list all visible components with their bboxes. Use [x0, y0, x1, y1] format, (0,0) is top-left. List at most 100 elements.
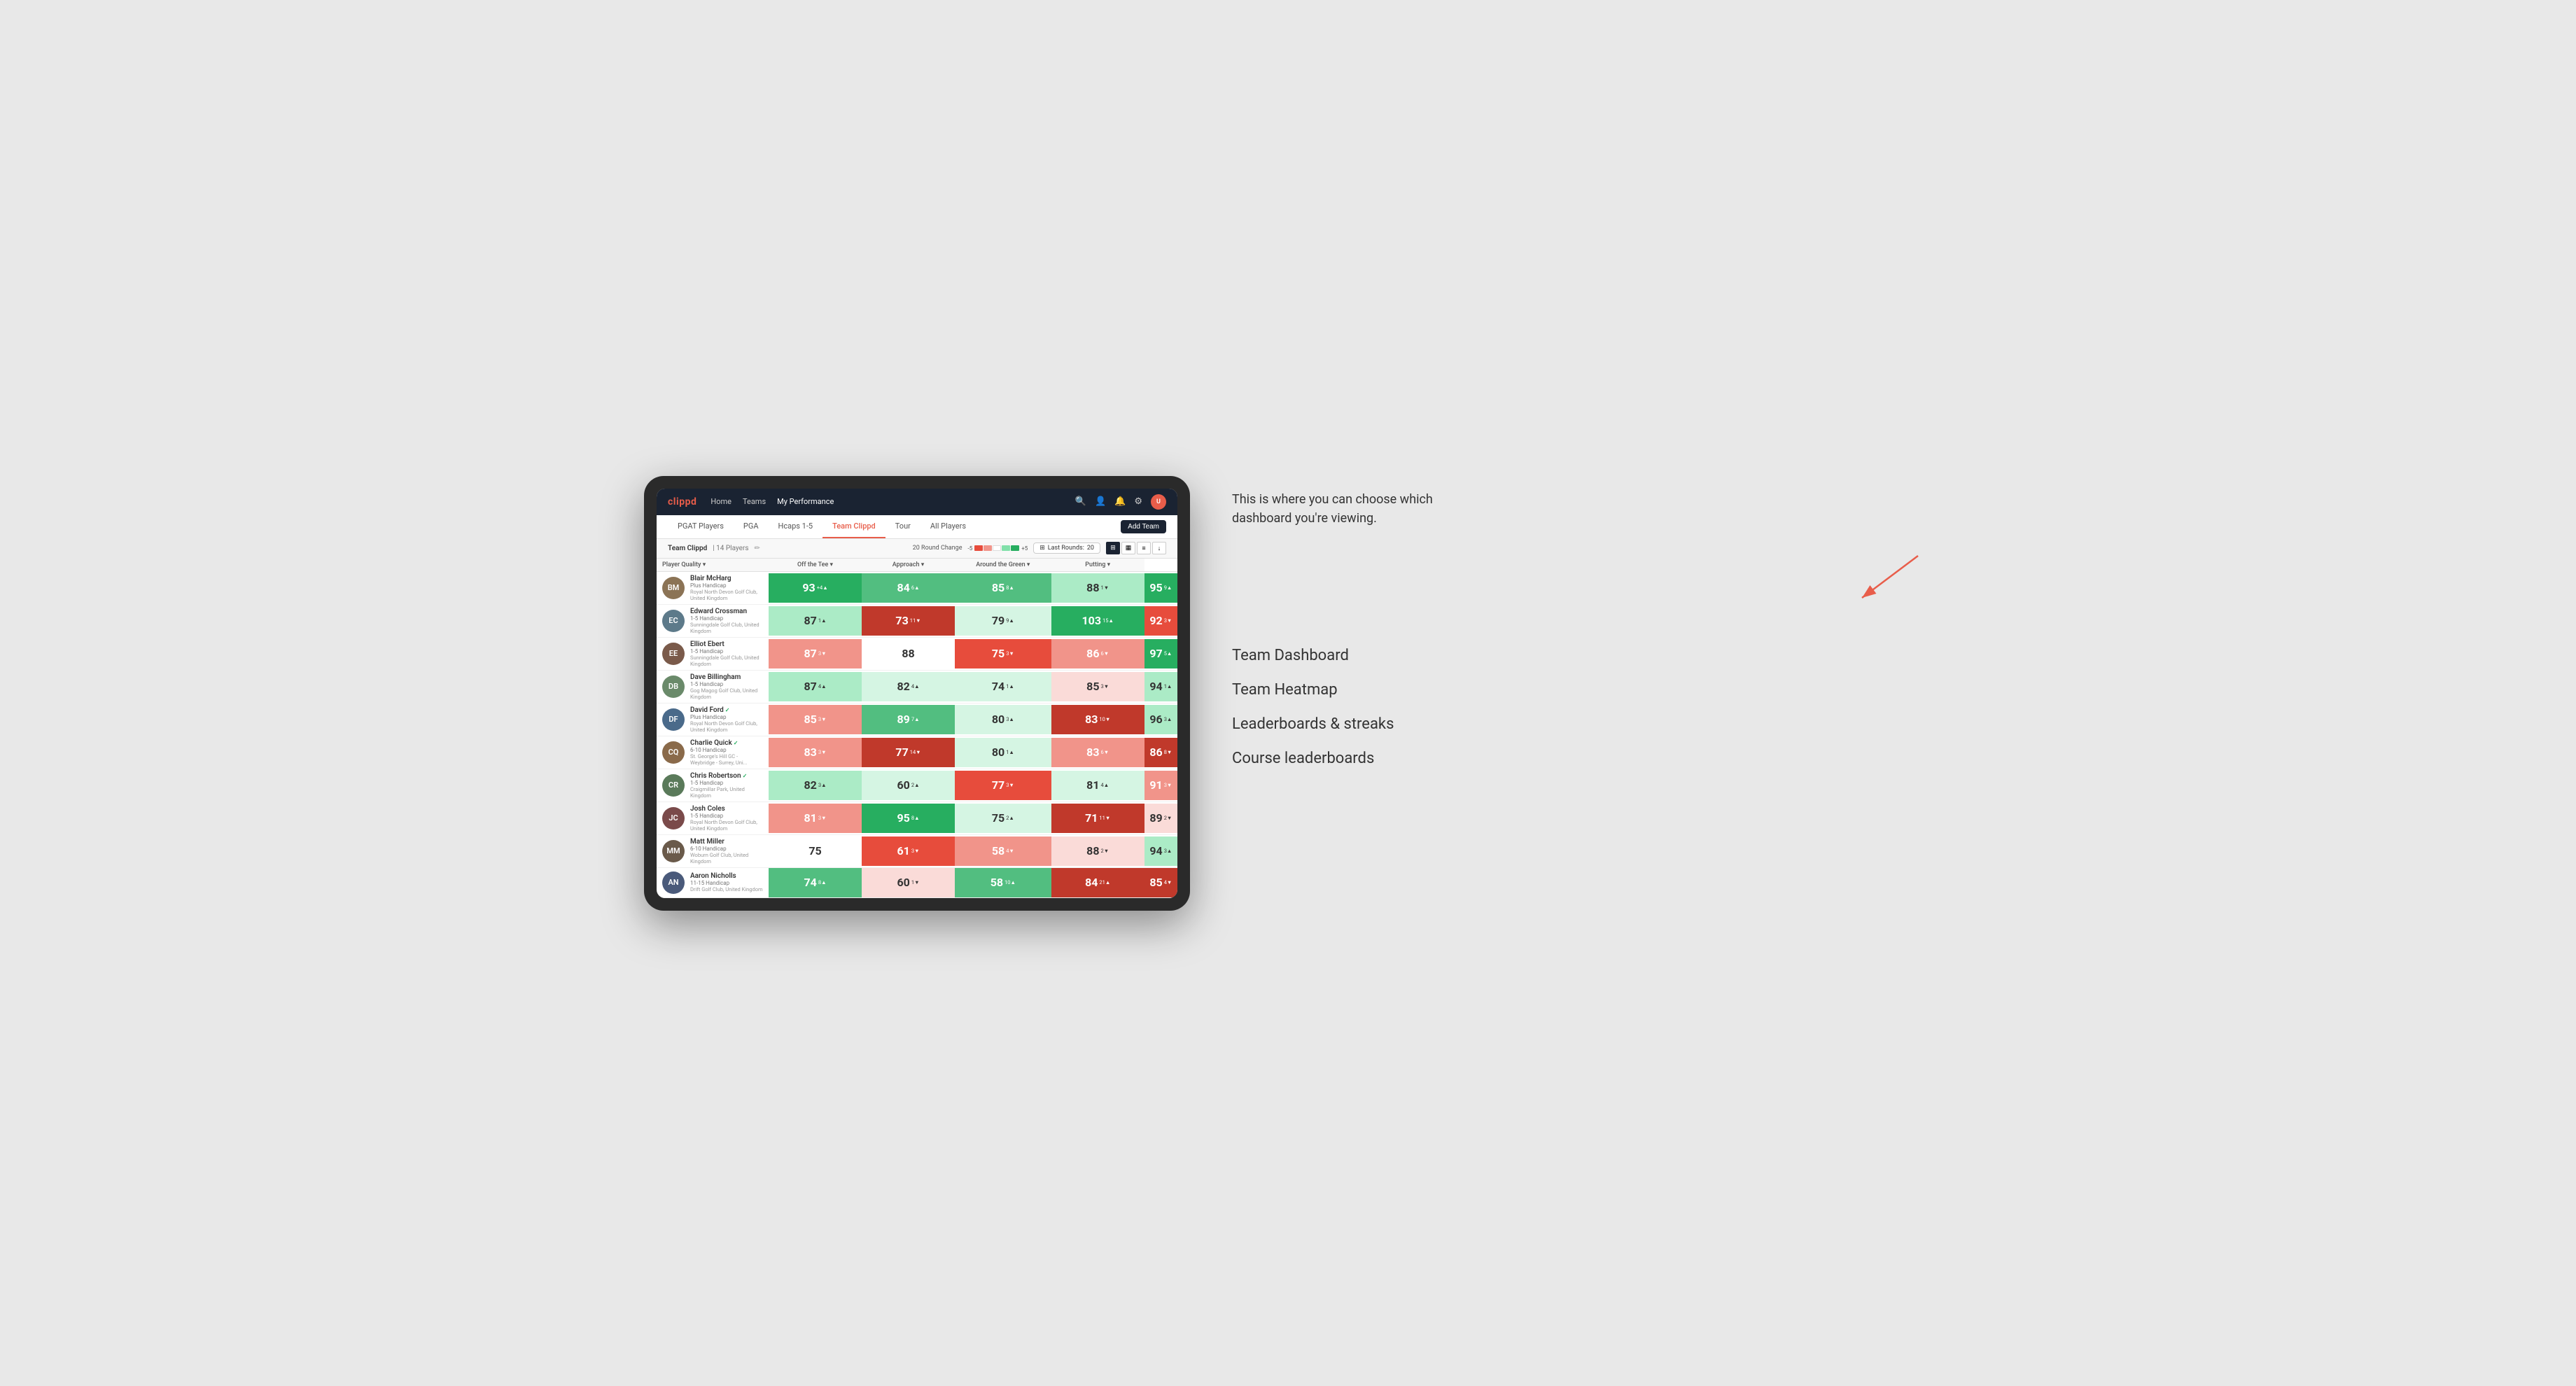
- sub-nav-pgat[interactable]: PGAT Players: [668, 514, 734, 538]
- player-name[interactable]: Edward Crossman: [690, 608, 763, 615]
- metric-change: 1▲: [1006, 683, 1014, 690]
- menu-item-3[interactable]: Course leaderboards: [1232, 750, 1932, 767]
- player-avatar[interactable]: BM: [662, 577, 685, 599]
- metric-number: 87: [804, 647, 817, 660]
- metric-value: 83 3▼: [769, 738, 862, 767]
- player-name[interactable]: Charlie Quick✓: [690, 739, 763, 747]
- metric-value: 103 15▲: [1051, 606, 1144, 636]
- metric-number: 83: [1086, 746, 1099, 759]
- metric-change: 3▼: [911, 848, 920, 854]
- player-avatar[interactable]: EE: [662, 643, 685, 665]
- metric-change: 2▲: [911, 782, 920, 788]
- player-avatar[interactable]: AN: [662, 872, 685, 894]
- player-avatar[interactable]: DB: [662, 676, 685, 698]
- sub-nav-allplayers[interactable]: All Players: [920, 514, 976, 538]
- scale-light-green: [1002, 545, 1010, 551]
- metric-number: 93: [802, 581, 815, 594]
- list-view-btn[interactable]: ≡: [1137, 542, 1151, 554]
- metric-value: 58 4▼: [955, 836, 1051, 866]
- player-avatar[interactable]: CQ: [662, 741, 685, 764]
- player-name[interactable]: David Ford✓: [690, 706, 763, 714]
- player-avatar[interactable]: EC: [662, 610, 685, 632]
- metric-value: 94 3▲: [1144, 836, 1177, 866]
- player-cell-5: CQ Charlie Quick✓ 6-10 Handicap St. Geor…: [657, 736, 769, 769]
- add-team-button[interactable]: Add Team: [1121, 520, 1166, 533]
- metric-number: 60: [897, 778, 910, 792]
- player-name[interactable]: Aaron Nicholls: [690, 872, 763, 880]
- arrow-svg: [1848, 549, 1932, 605]
- metric-number: 75: [992, 811, 1004, 825]
- user-icon[interactable]: 👤: [1095, 496, 1106, 507]
- export-btn[interactable]: ↓: [1152, 542, 1166, 554]
- player-name[interactable]: Elliot Ebert: [690, 640, 763, 648]
- metric-change: 3▼: [1164, 782, 1172, 788]
- metric-change: 11▼: [910, 617, 921, 624]
- avatar[interactable]: U: [1151, 494, 1166, 510]
- annotation-text: This is where you can choose which dashb…: [1232, 490, 1442, 528]
- metric-change: 3▼: [818, 749, 827, 755]
- player-name[interactable]: Chris Robertson✓: [690, 772, 763, 780]
- col-header-aroundgreen: Around the Green ▾: [955, 559, 1051, 572]
- nav-link-myperformance[interactable]: My Performance: [777, 497, 834, 506]
- metric-change: 10▲: [1004, 879, 1016, 886]
- player-handicap: Plus Handicap: [690, 714, 763, 720]
- metric-around_green-7: 71 11▼: [1051, 802, 1144, 834]
- heatmap-view-btn[interactable]: ▦: [1121, 542, 1135, 554]
- last-rounds-button[interactable]: ⊞ Last Rounds: 20: [1033, 542, 1100, 554]
- player-club: St. George's Hill GC - Weybridge - Surre…: [690, 753, 763, 766]
- metric-change: 6▲: [911, 584, 920, 591]
- metric-value: 81 4▲: [1051, 771, 1144, 800]
- player-name[interactable]: Blair McHarg: [690, 575, 763, 582]
- nav-bar: clippd Home Teams My Performance 🔍 👤 🔔 ⚙…: [657, 489, 1177, 515]
- player-name[interactable]: Dave Billingham: [690, 673, 763, 681]
- metric-value: 85 3▼: [769, 705, 862, 734]
- nav-logo: clippd: [668, 496, 696, 507]
- sub-nav-teamclippd[interactable]: Team Clippd: [822, 514, 886, 538]
- search-icon[interactable]: 🔍: [1075, 496, 1086, 507]
- player-avatar[interactable]: JC: [662, 807, 685, 830]
- metric-value: 82 3▲: [769, 771, 862, 800]
- settings-icon[interactable]: ⚙: [1134, 496, 1142, 507]
- metric-change: 9▲: [1164, 584, 1172, 591]
- metric-number: 83: [1085, 713, 1098, 726]
- metric-number: 73: [895, 614, 908, 627]
- nav-link-teams[interactable]: Teams: [743, 497, 766, 506]
- metric-value: 61 3▼: [862, 836, 955, 866]
- metric-value: 88 2▼: [1051, 836, 1144, 866]
- bell-icon[interactable]: 🔔: [1114, 496, 1126, 507]
- metric-change: 2▲: [1006, 815, 1014, 821]
- player-cell-3: DB Dave Billingham 1-5 Handicap Gog Mago…: [657, 670, 769, 703]
- sub-nav-tour[interactable]: Tour: [886, 514, 920, 538]
- table-row: MM Matt Miller 6-10 Handicap Woburn Golf…: [657, 834, 1177, 867]
- color-scale: -5 +5: [967, 545, 1028, 552]
- metric-value: 89 7▲: [862, 705, 955, 734]
- metric-value: 97 5▲: [1144, 639, 1177, 668]
- nav-icons: 🔍 👤 🔔 ⚙ U: [1075, 494, 1166, 510]
- player-avatar[interactable]: DF: [662, 708, 685, 731]
- menu-item-2[interactable]: Leaderboards & streaks: [1232, 715, 1932, 733]
- player-cell-1: EC Edward Crossman 1-5 Handicap Sunningd…: [657, 604, 769, 637]
- player-name[interactable]: Matt Miller: [690, 838, 763, 846]
- player-cell-0: BM Blair McHarg Plus Handicap Royal Nort…: [657, 571, 769, 604]
- player-name[interactable]: Josh Coles: [690, 805, 763, 813]
- metric-approach-0: 85 8▲: [955, 571, 1051, 604]
- sub-nav-pga[interactable]: PGA: [734, 514, 769, 538]
- menu-item-1[interactable]: Team Heatmap: [1232, 681, 1932, 699]
- metric-around_green-8: 88 2▼: [1051, 834, 1144, 867]
- player-handicap: 1-5 Handicap: [690, 780, 763, 786]
- metric-number: 94: [1149, 680, 1162, 693]
- metric-value: 73 11▼: [862, 606, 955, 636]
- menu-item-0[interactable]: Team Dashboard: [1232, 647, 1932, 664]
- metric-value: 81 3▼: [769, 804, 862, 833]
- nav-link-home[interactable]: Home: [710, 497, 732, 506]
- player-avatar[interactable]: MM: [662, 840, 685, 862]
- metric-change: 1▲: [818, 617, 827, 624]
- edit-icon[interactable]: ✏: [755, 545, 760, 552]
- sub-nav-hcaps[interactable]: Hcaps 1-5: [769, 514, 823, 538]
- grid-view-btn[interactable]: ⊞: [1106, 542, 1120, 554]
- metric-number: 84: [1085, 876, 1098, 889]
- player-avatar[interactable]: CR: [662, 774, 685, 797]
- metric-value: 85 8▲: [955, 573, 1051, 603]
- metric-approach-2: 75 3▼: [955, 637, 1051, 670]
- metric-approach-7: 75 2▲: [955, 802, 1051, 834]
